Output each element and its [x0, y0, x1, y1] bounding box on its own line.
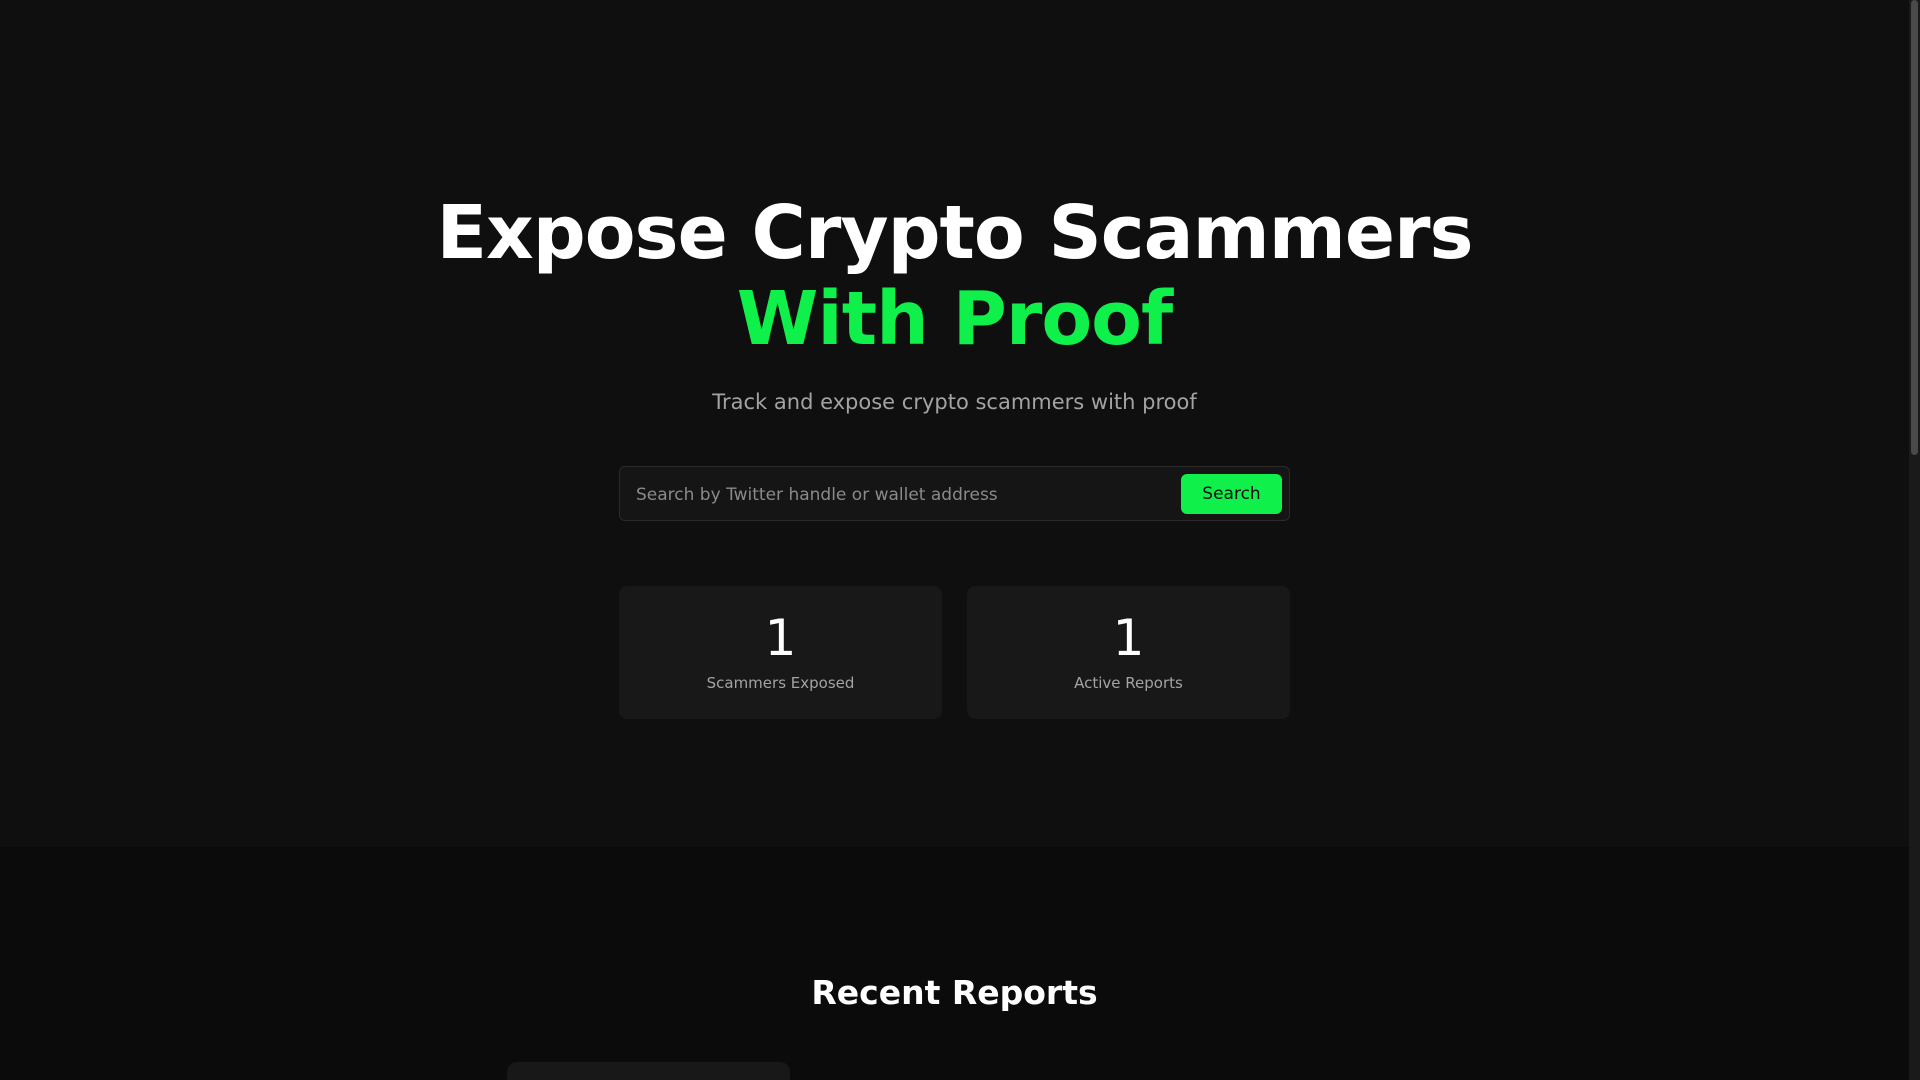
hero-subtitle: Track and expose crypto scammers with pr…	[712, 390, 1197, 414]
page: Expose Crypto Scammers With Proof Track …	[0, 0, 1920, 1080]
page-scrollbar[interactable]	[1909, 0, 1920, 1080]
section-title: Recent Reports	[811, 973, 1098, 1012]
hero-section: Expose Crypto Scammers With Proof Track …	[0, 0, 1909, 847]
recent-reports-section: Recent Reports	[0, 847, 1909, 1080]
stat-value: 1	[1112, 609, 1145, 667]
stat-label: Active Reports	[1074, 674, 1183, 692]
stat-card-active-reports: 1 Active Reports	[967, 586, 1290, 719]
headline-accent: With Proof	[736, 276, 1173, 362]
report-card[interactable]	[507, 1062, 790, 1080]
scrollbar-thumb[interactable]	[1911, 0, 1918, 455]
search-bar: Search	[619, 466, 1290, 521]
search-input[interactable]	[634, 475, 1178, 515]
stat-label: Scammers Exposed	[706, 674, 855, 692]
stat-value: 1	[764, 609, 797, 667]
stat-card-scammers-exposed: 1 Scammers Exposed	[619, 586, 942, 719]
headline: Expose Crypto Scammers	[436, 190, 1473, 276]
search-button[interactable]: Search	[1181, 474, 1282, 514]
